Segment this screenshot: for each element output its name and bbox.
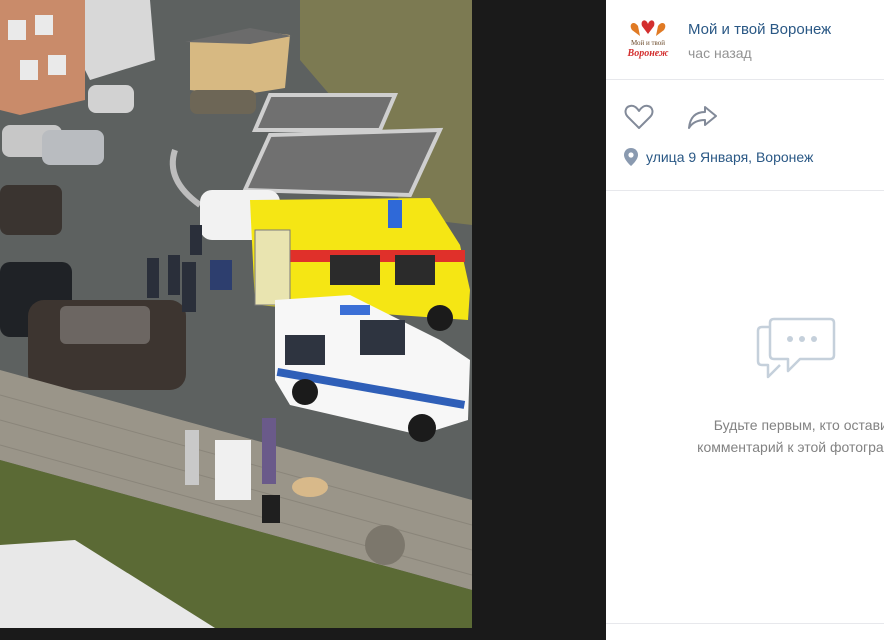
comments-empty-state: Будьте первым, кто оставит комментарий к…: [606, 191, 884, 621]
photo-viewer: [0, 0, 606, 640]
empty-comments-line1: Будьте первым, кто оставит: [713, 417, 884, 433]
empty-comments-line2: комментарий к этой фотографии: [697, 439, 884, 455]
logo-icon: Мой и твой Воронеж: [627, 20, 669, 59]
community-logo[interactable]: Мой и твой Воронеж: [624, 18, 672, 62]
post-header: Мой и твой Воронеж Мой и твой Воронеж ча…: [606, 0, 884, 80]
share-arrow-icon: [688, 106, 717, 129]
logo-text-top: Мой и твой: [631, 39, 665, 47]
community-name[interactable]: Мой и твой Воронеж: [688, 21, 831, 38]
post-panel: Мой и твой Воронеж Мой и твой Воронеж ча…: [606, 0, 884, 640]
share-button[interactable]: [686, 103, 720, 131]
logo-text-bottom: Воронеж: [627, 48, 669, 59]
post-location: улица 9 Января, Воронеж: [624, 147, 813, 167]
post-photo[interactable]: [0, 0, 472, 628]
heart-icon: [624, 104, 654, 129]
post-time[interactable]: час назад: [688, 45, 752, 61]
post-actions: улица 9 Января, Воронеж: [606, 80, 884, 191]
empty-comments-text: Будьте первым, кто оставит комментарий к…: [674, 414, 884, 458]
location-link[interactable]: улица 9 Января, Воронеж: [646, 149, 813, 165]
divider: [606, 623, 884, 624]
comment-bubble-icon: [756, 317, 836, 379]
like-button[interactable]: [624, 103, 654, 131]
map-pin-icon: [624, 148, 638, 166]
photo-scene: [0, 0, 472, 628]
